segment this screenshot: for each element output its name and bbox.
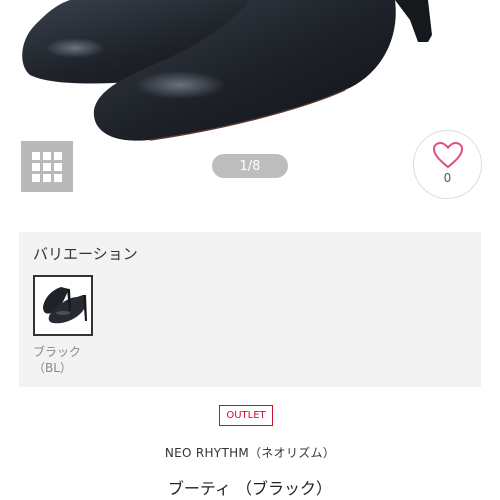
variation-title: バリエーション [33, 245, 138, 263]
shoe-thumbnail [43, 287, 87, 324]
heart-outline-icon [432, 141, 464, 169]
variation-code-label: （BL） [33, 361, 72, 375]
product-image[interactable]: 1/8 0 [0, 0, 500, 215]
grid-view-icon [32, 151, 62, 182]
variation-color-label: ブラック [33, 345, 82, 359]
variation-panel: バリエーション ブラック （BL） [19, 232, 481, 387]
product-name: ブーティ （ブラック） [167, 479, 333, 498]
favorite-count: 0 [443, 171, 452, 185]
outlet-badge: OUTLET [219, 405, 273, 426]
variation-thumb-black[interactable] [33, 275, 93, 336]
brand-name[interactable]: NEO RHYTHM（ネオリズム） [0, 444, 500, 461]
grid-view-button[interactable] [21, 141, 73, 192]
image-counter: 1/8 [212, 154, 288, 178]
favorite-button[interactable]: 0 [413, 130, 482, 199]
